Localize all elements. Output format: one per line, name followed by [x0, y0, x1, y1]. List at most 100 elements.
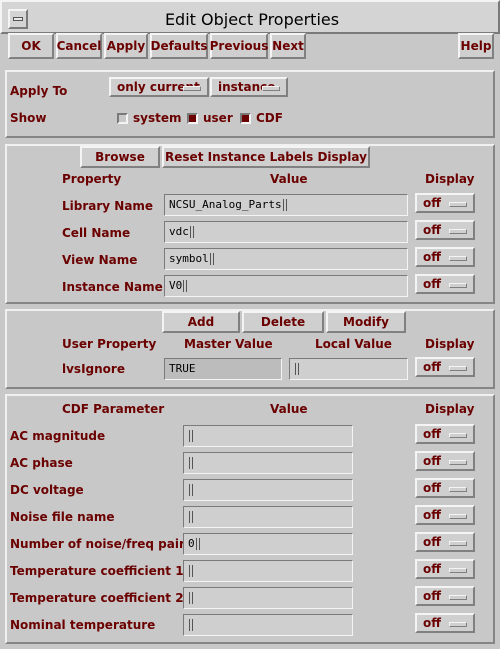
cancel-button[interactable]: Cancel [56, 33, 102, 59]
display-value: off [423, 196, 441, 210]
cdf-param-value: 0 [188, 537, 195, 550]
text-cursor-icon [195, 538, 200, 550]
view-name-label: View Name [62, 253, 138, 267]
view-name-value: symbol [169, 252, 209, 265]
cdf-param-display-select[interactable]: off [415, 532, 475, 552]
show-user-checkbox[interactable] [187, 113, 198, 124]
cdf-param-label: Number of noise/freq pairs [10, 537, 193, 551]
instance-name-field[interactable]: V0 [164, 275, 408, 297]
show-cdf-label: CDF [256, 111, 283, 125]
cdf-param-field[interactable] [183, 506, 353, 528]
text-cursor-icon [189, 619, 193, 631]
cell-name-display-select[interactable]: off [415, 220, 475, 240]
lvsignore-display-select[interactable]: off [415, 357, 475, 377]
lvsignore-label: lvsIgnore [62, 362, 125, 376]
display-value: off [423, 481, 441, 495]
show-system-checkbox[interactable] [117, 113, 128, 124]
cyclic-indicator-icon [449, 622, 467, 627]
cdf-param-label: AC magnitude [10, 429, 106, 443]
cyclic-indicator-icon [449, 595, 467, 600]
display-value: off [423, 589, 441, 603]
cdf-param-display-select[interactable]: off [415, 586, 475, 606]
cdf-display-header: Display [425, 402, 475, 416]
delete-button[interactable]: Delete [242, 311, 324, 333]
previous-button[interactable]: Previous [210, 33, 268, 59]
show-cdf-checkbox[interactable] [240, 113, 251, 124]
local-value-header: Local Value [315, 337, 392, 351]
library-name-value: NCSU_Analog_Parts [169, 198, 282, 211]
help-button[interactable]: Help [458, 33, 494, 59]
cyclic-indicator-icon [449, 433, 467, 438]
property-header: Property [62, 172, 122, 186]
library-name-label: Library Name [62, 199, 154, 213]
cdf-param-display-select[interactable]: off [415, 559, 475, 579]
cdf-param-field[interactable]: 0 [183, 533, 353, 555]
display-value: off [423, 427, 441, 441]
view-name-field[interactable]: symbol [164, 248, 408, 270]
title-bar: Edit Object Properties [0, 0, 500, 34]
display-value: off [423, 223, 441, 237]
cdf-param-label: DC voltage [10, 483, 84, 497]
window-title: Edit Object Properties [164, 10, 340, 29]
display-header: Display [425, 172, 475, 186]
cdf-param-field[interactable] [183, 614, 353, 636]
defaults-button[interactable]: Defaults [150, 33, 208, 59]
display-value: off [423, 277, 441, 291]
add-button[interactable]: Add [162, 311, 240, 333]
cdf-param-label: AC phase [10, 456, 73, 470]
next-button[interactable]: Next [270, 33, 306, 59]
cyclic-indicator-icon [449, 487, 467, 492]
cyclic-indicator-icon [449, 229, 467, 234]
cell-name-field[interactable]: vdc [164, 221, 408, 243]
cdf-param-field[interactable] [183, 560, 353, 582]
library-name-display-select[interactable]: off [415, 193, 475, 213]
display-value: off [423, 508, 441, 522]
apply-to-target-select[interactable]: instance [210, 77, 288, 97]
cyclic-indicator-icon [449, 460, 467, 465]
cdf-param-label: Temperature coefficient 1 [10, 564, 184, 578]
text-cursor-icon [183, 280, 188, 292]
text-cursor-icon [189, 457, 193, 469]
cdf-param-field[interactable] [183, 452, 353, 474]
apply-button[interactable]: Apply [104, 33, 148, 59]
text-cursor-icon [189, 430, 193, 442]
browse-button[interactable]: Browse [80, 146, 160, 168]
library-name-field[interactable]: NCSU_Analog_Parts [164, 194, 408, 216]
cdf-param-field[interactable] [183, 479, 353, 501]
show-user-label: user [203, 111, 233, 125]
show-label: Show [10, 111, 47, 125]
cdf-param-display-select[interactable]: off [415, 424, 475, 444]
cdf-param-label: Nominal temperature [10, 618, 156, 632]
cdf-param-display-select[interactable]: off [415, 505, 475, 525]
cdf-param-field[interactable] [183, 587, 353, 609]
cdf-param-display-select[interactable]: off [415, 478, 475, 498]
apply-to-scope-select[interactable]: only current [109, 77, 209, 97]
display-value: off [423, 535, 441, 549]
cyclic-indicator-icon [449, 202, 467, 207]
display-value: off [423, 454, 441, 468]
ok-button[interactable]: OK [8, 33, 54, 59]
cyclic-indicator-icon [449, 514, 467, 519]
reset-instance-labels-button[interactable]: Reset Instance Labels Display [162, 146, 370, 168]
cdf-param-label: Noise file name [10, 510, 115, 524]
text-cursor-icon [295, 363, 299, 375]
cdf-param-display-select[interactable]: off [415, 613, 475, 633]
cdf-value-header: Value [270, 402, 308, 416]
cyclic-indicator-icon [183, 86, 201, 91]
display-value: off [423, 360, 441, 374]
cyclic-indicator-icon [449, 256, 467, 261]
cyclic-indicator-icon [449, 283, 467, 288]
user-property-header: User Property [62, 337, 157, 351]
cdf-param-field[interactable] [183, 425, 353, 447]
cdf-param-display-select[interactable]: off [415, 451, 475, 471]
instance-name-value: V0 [169, 279, 183, 292]
display-value: off [423, 616, 441, 630]
user-display-header: Display [425, 337, 475, 351]
apply-to-label: Apply To [10, 84, 68, 98]
view-name-display-select[interactable]: off [415, 247, 475, 267]
text-cursor-icon [189, 511, 193, 523]
lvsignore-local-value-field[interactable] [289, 358, 408, 380]
modify-button[interactable]: Modify [326, 311, 406, 333]
cell-name-value: vdc [169, 225, 189, 238]
instance-name-display-select[interactable]: off [415, 274, 475, 294]
